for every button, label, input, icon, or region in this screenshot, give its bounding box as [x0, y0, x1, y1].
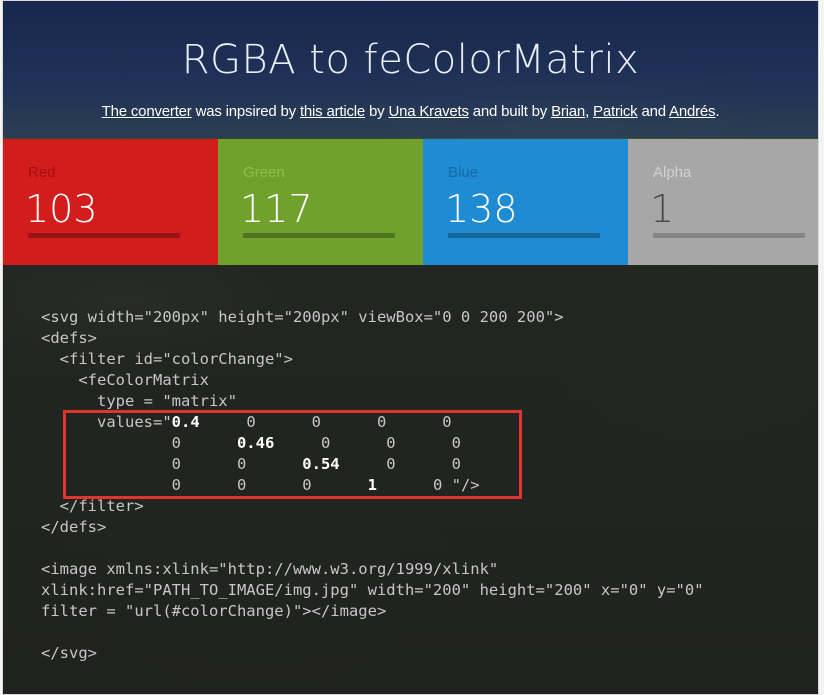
code-line: <svg width="200px" height="200px" viewBo… [41, 308, 564, 326]
credit-text: by [365, 103, 389, 120]
credit-text: and [637, 103, 670, 120]
article-link[interactable]: this article [300, 103, 365, 120]
code-line: </svg> [41, 644, 97, 662]
header: RGBA to feColorMatrix The converter was … [3, 1, 818, 138]
green-channel: Green [218, 139, 423, 265]
alpha-label: Alpha [653, 164, 692, 181]
app-frame: RGBA to feColorMatrix The converter was … [2, 0, 819, 695]
code-line: filter = "url(#colorChange)"></image> [41, 602, 387, 620]
alpha-channel: Alpha [628, 139, 818, 265]
brian-link[interactable]: Brian [551, 103, 585, 120]
credit-line: The converter was inpsired by this artic… [3, 103, 818, 120]
red-channel: Red [3, 139, 218, 265]
code-line: </defs> [41, 518, 107, 536]
andres-link[interactable]: Andrés [669, 103, 716, 120]
matrix-highlight-box [63, 410, 522, 499]
patrick-link[interactable]: Patrick [593, 103, 638, 120]
green-label: Green [243, 164, 285, 181]
page-title: RGBA to feColorMatrix [181, 37, 640, 83]
channel-inputs: Red Green Blue Alpha [3, 139, 818, 265]
blue-input-underline [448, 233, 600, 238]
code-line: <feColorMatrix [41, 371, 209, 389]
blue-label: Blue [448, 164, 479, 181]
code-line: <image xmlns:xlink="http://www.w3.org/19… [41, 560, 499, 578]
author-link[interactable]: Una Kravets [388, 103, 469, 120]
red-input[interactable] [25, 187, 195, 231]
alpha-input[interactable] [650, 187, 818, 231]
green-input-underline [243, 233, 395, 238]
code-line: <defs> [41, 329, 97, 347]
code-line: </filter> [41, 497, 144, 515]
credit-text: was inpsired by [191, 103, 300, 120]
red-label: Red [28, 164, 56, 181]
code-line: type = "matrix" [41, 392, 237, 410]
credit-text: . [715, 103, 720, 120]
credit-text: , [585, 103, 594, 120]
alpha-input-underline [653, 233, 805, 238]
green-input[interactable] [240, 187, 410, 231]
code-line: xlink:href="PATH_TO_IMAGE/img.jpg" width… [41, 581, 704, 599]
blue-input[interactable] [445, 187, 615, 231]
red-input-underline [28, 233, 180, 238]
converter-link[interactable]: The converter [102, 103, 192, 120]
code-line: <filter id="colorChange"> [41, 350, 293, 368]
blue-channel: Blue [423, 139, 628, 265]
credit-text: and built by [468, 103, 552, 120]
